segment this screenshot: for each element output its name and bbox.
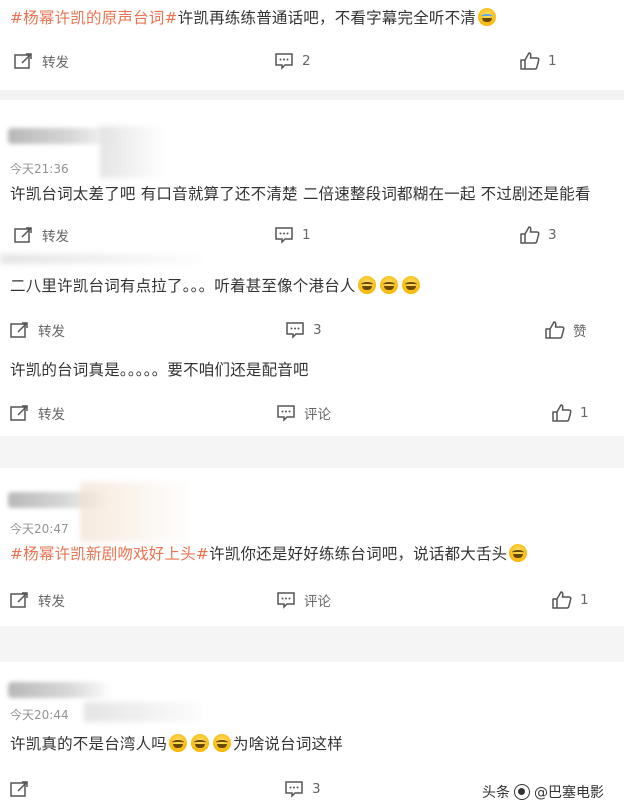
action-bar: 转发 评论 1 <box>0 400 624 426</box>
repost-label: 转发 <box>38 324 65 340</box>
comment-count: 1 <box>302 227 311 243</box>
repost-button[interactable]: 转发 <box>10 587 65 613</box>
like-count: 1 <box>580 405 589 421</box>
blur-mask <box>84 702 204 722</box>
comment-text: 许凯台词太差了吧 有口音就算了还不清楚 二倍速整段词都糊在一起 不过剧还是能看 <box>10 185 591 203</box>
like-button[interactable]: 1 <box>520 48 557 74</box>
repost-icon <box>14 227 32 243</box>
cry-icon <box>478 8 496 26</box>
comment-count: 2 <box>302 53 311 69</box>
repost-icon <box>10 405 28 421</box>
comment-button[interactable]: 评论 <box>276 587 331 613</box>
comment-count: 3 <box>312 781 321 797</box>
like-count: 3 <box>548 227 557 243</box>
thumbs-up-icon <box>545 321 565 339</box>
comment-icon <box>285 781 303 798</box>
like-button[interactable]: 赞 <box>545 317 587 343</box>
repost-button[interactable]: 转发 <box>14 48 69 74</box>
timestamp: 今天20:44 <box>10 708 69 722</box>
repost-button[interactable]: 转发 <box>10 317 65 343</box>
topic-tag[interactable]: #杨幂许凯的原声台词# <box>10 9 178 27</box>
repost-button[interactable]: 转发 <box>10 400 65 426</box>
comment-icon <box>286 322 304 339</box>
repost-label: 转发 <box>42 229 69 245</box>
comment-button[interactable]: 1 <box>274 222 311 248</box>
comment-icon <box>275 227 293 244</box>
comment-text: #杨幂许凯新剧吻戏好上头#许凯你还是好好练练台词吧，说话都大舌头 <box>10 542 529 564</box>
comment-icon <box>277 592 295 609</box>
comment-button[interactable]: 评论 <box>276 400 331 426</box>
thumbs-up-icon <box>552 404 572 422</box>
laugh-cry-icon <box>169 734 188 752</box>
action-bar: 转发 2 1 <box>0 48 624 74</box>
comment-card: 二八里许凯台词有点拉了。。。听着甚至像个港台人 转发 3 赞 <box>0 254 624 350</box>
comment-card: 今天21:36 许凯台词太差了吧 有口音就算了还不清楚 二倍速整段词都糊在一起 … <box>0 100 624 258</box>
like-count: 1 <box>548 53 557 69</box>
repost-label: 转发 <box>38 594 65 610</box>
repost-button[interactable]: 转发 <box>14 222 69 248</box>
repost-icon <box>14 53 32 69</box>
topic-tag[interactable]: #杨幂许凯新剧吻戏好上头# <box>10 545 209 563</box>
comment-button[interactable]: 3 <box>285 317 322 343</box>
comment-label: 评论 <box>304 407 331 423</box>
action-bar: 转发 1 3 <box>0 222 624 248</box>
comment-card: 今天20:47 #杨幂许凯新剧吻戏好上头#许凯你还是好好练练台词吧，说话都大舌头… <box>0 468 624 626</box>
repost-icon <box>10 781 28 797</box>
comment-button[interactable]: 3 <box>284 776 321 802</box>
watermark: 头条 @巴塞电影 <box>478 780 608 804</box>
separator <box>0 436 624 468</box>
comment-card: #杨幂许凯的原声台词#许凯再练练普通话吧，不看字幕完全听不清 转发 2 1 <box>0 0 624 90</box>
repost-label: 转发 <box>42 55 69 71</box>
repost-icon <box>10 592 28 608</box>
repost-button[interactable] <box>10 776 30 802</box>
comment-icon <box>277 405 295 422</box>
watermark-handle: @巴塞电影 <box>534 785 604 801</box>
laugh-cry-icon <box>191 734 210 752</box>
laugh-cry-icon <box>401 276 420 294</box>
action-bar: 转发 评论 1 <box>0 587 624 613</box>
thumbs-up-icon <box>552 591 572 609</box>
blur-mask <box>0 254 200 264</box>
laugh-cry-icon <box>357 276 376 294</box>
like-button[interactable]: 3 <box>520 222 557 248</box>
laugh-cry-icon <box>379 276 398 294</box>
thumbs-up-icon <box>520 226 540 244</box>
like-button[interactable]: 1 <box>552 400 589 426</box>
timestamp: 今天20:47 <box>10 522 69 536</box>
repost-label: 转发 <box>38 407 65 423</box>
comment-card: 许凯的台词真是。。。。。要不咱们还是配音吧 转发 评论 1 <box>0 350 624 436</box>
comment-icon <box>275 53 293 70</box>
comment-button[interactable]: 2 <box>274 48 311 74</box>
toutiao-logo-icon <box>514 784 530 800</box>
comment-text: 许凯的台词真是。。。。。要不咱们还是配音吧 <box>10 361 309 379</box>
grin-sweat-icon <box>509 544 528 562</box>
comment-count: 3 <box>313 322 322 338</box>
like-label: 赞 <box>573 324 587 340</box>
blur-mask <box>100 126 160 178</box>
blurred-username <box>8 682 113 698</box>
laugh-cry-icon <box>213 734 232 752</box>
like-count: 1 <box>580 592 589 608</box>
comment-text: #杨幂许凯的原声台词#许凯再练练普通话吧，不看字幕完全听不清 <box>10 6 498 28</box>
timestamp: 今天21:36 <box>10 162 69 176</box>
comment-text: 二八里许凯台词有点拉了。。。听着甚至像个港台人 <box>10 274 422 296</box>
separator <box>0 626 624 662</box>
blur-mask <box>80 482 190 542</box>
like-button[interactable]: 1 <box>552 587 589 613</box>
comment-label: 评论 <box>304 594 331 610</box>
watermark-prefix: 头条 <box>482 785 510 801</box>
separator <box>0 90 624 100</box>
repost-icon <box>10 322 28 338</box>
thumbs-up-icon <box>520 52 540 70</box>
action-bar: 转发 3 赞 <box>0 317 624 343</box>
comment-text: 许凯真的不是台湾人吗 为啥说台词这样 <box>10 734 343 753</box>
